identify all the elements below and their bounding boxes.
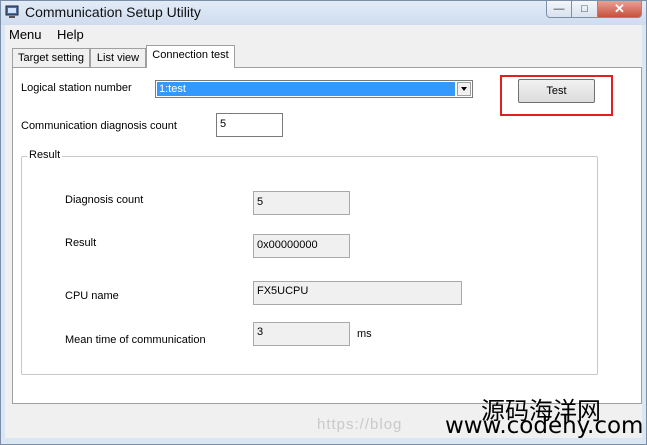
minimize-icon: — <box>553 3 565 15</box>
tab-list-view[interactable]: List view <box>90 48 146 68</box>
close-icon: ✕ <box>614 1 625 16</box>
maximize-button[interactable]: □ <box>572 1 598 18</box>
result-group-label: Result <box>27 149 63 161</box>
result-code-value: 0x00000000 <box>253 234 350 258</box>
cpu-name-label: CPU name <box>65 290 119 302</box>
tab-target-setting[interactable]: Target setting <box>12 48 90 68</box>
connection-test-panel: Logical station number 1:test Test Commu… <box>12 67 642 404</box>
logical-station-label: Logical station number <box>21 82 132 94</box>
diag-count-label: Communication diagnosis count <box>21 120 177 132</box>
maximize-icon: □ <box>581 3 588 15</box>
watermark-site: www.codehy.com <box>445 413 644 439</box>
logical-station-value: 1:test <box>157 82 455 96</box>
chevron-down-icon[interactable] <box>457 82 471 96</box>
app-window: Communication Setup Utility — □ ✕ Menu H… <box>0 0 647 445</box>
mean-time-label: Mean time of communication <box>65 334 206 346</box>
mean-time-unit: ms <box>357 328 372 340</box>
logical-station-select[interactable]: 1:test <box>155 80 473 98</box>
diag-count-input[interactable]: 5 <box>216 113 283 137</box>
close-button[interactable]: ✕ <box>598 1 642 18</box>
minimize-button[interactable]: — <box>546 1 572 18</box>
tab-connection-test[interactable]: Connection test <box>146 45 235 68</box>
mean-time-value: 3 <box>253 322 350 346</box>
diagnosis-count-value: 5 <box>253 191 350 215</box>
window-title: Communication Setup Utility <box>25 4 201 20</box>
result-code-label: Result <box>65 237 97 249</box>
diagnosis-count-label: Diagnosis count <box>65 194 144 206</box>
title-bar[interactable]: Communication Setup Utility — □ ✕ <box>1 1 646 25</box>
menu-bar: Menu Help <box>5 25 642 45</box>
menu-item-menu[interactable]: Menu <box>9 27 42 42</box>
app-icon <box>5 5 19 18</box>
test-button-highlight <box>500 75 613 116</box>
watermark-url: https://blog <box>317 416 403 433</box>
menu-item-help[interactable]: Help <box>57 27 84 42</box>
cpu-name-value: FX5UCPU <box>253 281 462 305</box>
